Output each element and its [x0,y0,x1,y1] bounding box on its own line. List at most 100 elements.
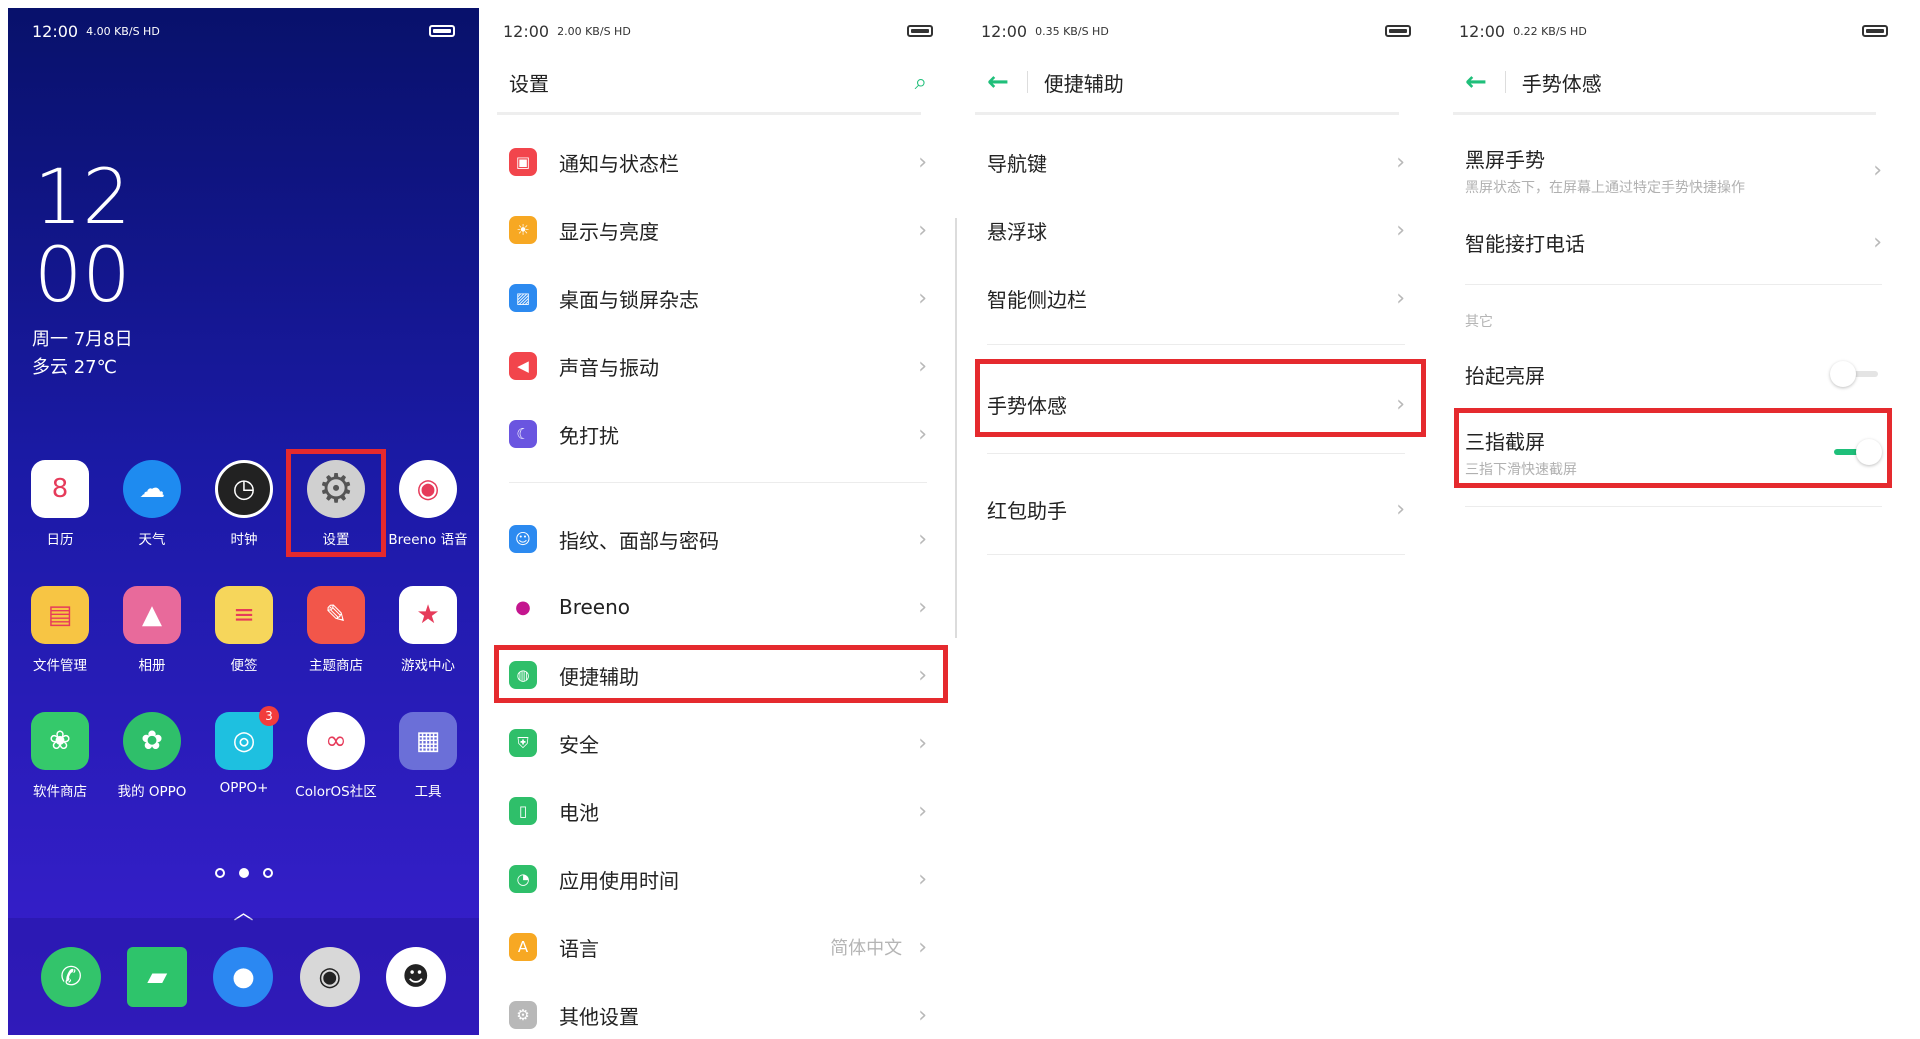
convenience-item-5[interactable]: 红包助手 › [957,475,1435,543]
chevron-right-icon: › [918,217,927,243]
app-label: 便签 [230,658,258,674]
app-theme-store[interactable]: ✎ 主题商店 [290,586,382,712]
convenience-item-3[interactable]: 智能侧边栏 › [957,264,1435,332]
notification-icon: ▣ [509,148,537,176]
smart-call-row[interactable]: 智能接打电话 › [1435,208,1912,276]
app-calendar[interactable]: 8 日历 [14,460,106,586]
convenience-item-label: 红包助手 [987,498,1067,523]
screen-off-gesture-row[interactable]: 黑屏手势 黑屏状态下，在屏幕上通过特定手势快捷操作 › [1435,128,1912,212]
app-weather[interactable]: ☁ 天气 [106,460,198,586]
chevron-right-icon: › [1873,229,1882,255]
app-label: 工具 [414,784,442,800]
qq-icon[interactable]: ☻ [385,946,446,1007]
app-folder[interactable]: ▤ 文件管理 [14,586,106,712]
settings-item-breeno[interactable]: ● Breeno › [479,573,957,641]
page-dot[interactable] [214,868,225,878]
settings-item-shield[interactable]: ⛨ 安全 › [479,709,957,777]
page-indicator[interactable] [8,868,479,878]
raise-to-wake-toggle[interactable] [1830,361,1882,387]
settings-item-sound[interactable]: ◀ 声音与振动 › [479,332,957,400]
section-divider [987,344,1405,345]
app-tools-folder[interactable]: ▦ 工具 [382,712,474,838]
app-clock[interactable]: ◷ 时钟 [198,460,290,586]
notification-badge: 3 [259,706,279,726]
chevron-right-icon: › [918,526,927,552]
chevron-right-icon: › [1873,157,1882,183]
settings-item-language[interactable]: A 语言 简体中文 › [479,913,957,981]
app-my-oppo[interactable]: ✿ 我的 OPPO [106,712,198,838]
convenience-screen: 12:00 0.35 KB/S HD ← 便捷辅助 导航键 › 悬浮球 › 智能侧边栏 ›… [957,8,1435,1035]
settings-item-fingerprint[interactable]: ☺ 指纹、面部与密码 › [479,505,957,573]
app-app-store[interactable]: ❀ 软件商店 [14,712,106,838]
header-divider [975,112,1399,115]
breeno-voice-icon: ◉ [399,460,457,518]
app-notes[interactable]: ≡ 便签 [198,586,290,712]
raise-to-wake-row[interactable]: 抬起亮屏 [1435,340,1912,408]
other-settings-icon: ⚙ [509,1001,537,1029]
chevron-right-icon: › [1396,149,1405,175]
page-dot-active[interactable] [238,868,249,878]
battery-icon [1385,25,1411,37]
chevron-right-icon: › [918,662,927,688]
search-icon[interactable]: ⌕ [915,70,927,95]
app-coloros-community[interactable]: ∞ ColorOS社区 [290,712,382,838]
clock-icon: ◷ [215,460,273,518]
page-dot[interactable] [262,868,273,878]
browser-icon[interactable]: ● [213,946,274,1007]
settings-item-convenience[interactable]: ◍ 便捷辅助 › [479,641,957,709]
language-icon: A [509,933,537,961]
app-label: 设置 [322,532,350,548]
app-gear[interactable]: ⚙ 设置 [290,460,382,586]
three-finger-screenshot-row[interactable]: 三指截屏 三指下滑快速截屏 [1435,412,1912,492]
chevron-right-icon: › [1396,391,1405,417]
battery-icon [1862,25,1888,37]
convenience-item-label: 智能侧边栏 [987,287,1087,312]
settings-item-label: 桌面与锁屏杂志 [559,287,699,312]
header-separator [1504,71,1506,93]
page-title: 设置 [509,71,549,96]
back-arrow-icon[interactable]: ← [1465,67,1487,97]
app-gallery[interactable]: ▲ 相册 [106,586,198,712]
app-label: OPPO+ [219,780,269,796]
chevron-right-icon: › [918,353,927,379]
settings-item-label: 电池 [559,800,599,825]
settings-item-label: 通知与状态栏 [559,151,679,176]
settings-item-wallpaper[interactable]: ▨ 桌面与锁屏杂志 › [479,264,957,332]
battery-icon: ▯ [509,797,537,825]
app-label: ColorOS社区 [295,784,377,800]
settings-item-battery[interactable]: ▯ 电池 › [479,777,957,845]
three-finger-screenshot-toggle[interactable] [1830,439,1882,465]
app-label: 文件管理 [33,658,87,674]
chevron-right-icon: › [918,285,927,311]
settings-item-notification[interactable]: ▣ 通知与状态栏 › [479,128,957,196]
chevron-right-icon: › [918,594,927,620]
date-weather: 周一 7月8日 多云 27℃ [32,326,133,382]
app-breeno-voice[interactable]: ◉ Breeno 语音 [382,460,474,586]
phone-icon[interactable]: ✆ [41,946,102,1007]
home-screen: 12:00 4.00 KB/S HD 12 00 周一 7月8日 多云 27℃ … [8,8,479,1035]
section-divider [987,453,1405,454]
status-bar: 12:00 2.00 KB/S HD [479,8,957,54]
convenience-item-4[interactable]: 手势体感 › [957,370,1435,438]
app-game-center[interactable]: ★ 游戏中心 [382,586,474,712]
messages-icon[interactable]: ▰ [127,946,188,1007]
shield-icon: ⛨ [509,729,537,757]
header-divider [497,112,921,115]
settings-item-moon[interactable]: ☾ 免打扰 › [479,400,957,468]
convenience-item-1[interactable]: 导航键 › [957,128,1435,196]
camera-icon[interactable]: ◉ [299,946,360,1007]
row-label: 智能接打电话 [1465,231,1585,256]
settings-item-label: 免打扰 [559,423,619,448]
clock-widget[interactable]: 12 00 [34,158,131,314]
back-arrow-icon[interactable]: ← [987,67,1009,97]
settings-item-usage-time[interactable]: ◔ 应用使用时间 › [479,845,957,913]
status-time: 12:00 [1459,21,1506,41]
settings-item-other-settings[interactable]: ⚙ 其他设置 › [479,981,957,1035]
app-store-icon: ❀ [31,712,89,770]
settings-item-brightness[interactable]: ☀ 显示与亮度 › [479,196,957,264]
breeno-icon: ● [509,593,537,621]
app-oppo-plus[interactable]: ◎ 3 OPPO+ [198,706,290,838]
convenience-item-2[interactable]: 悬浮球 › [957,196,1435,264]
chevron-right-icon: › [1396,496,1405,522]
settings-item-label: 应用使用时间 [559,868,679,893]
